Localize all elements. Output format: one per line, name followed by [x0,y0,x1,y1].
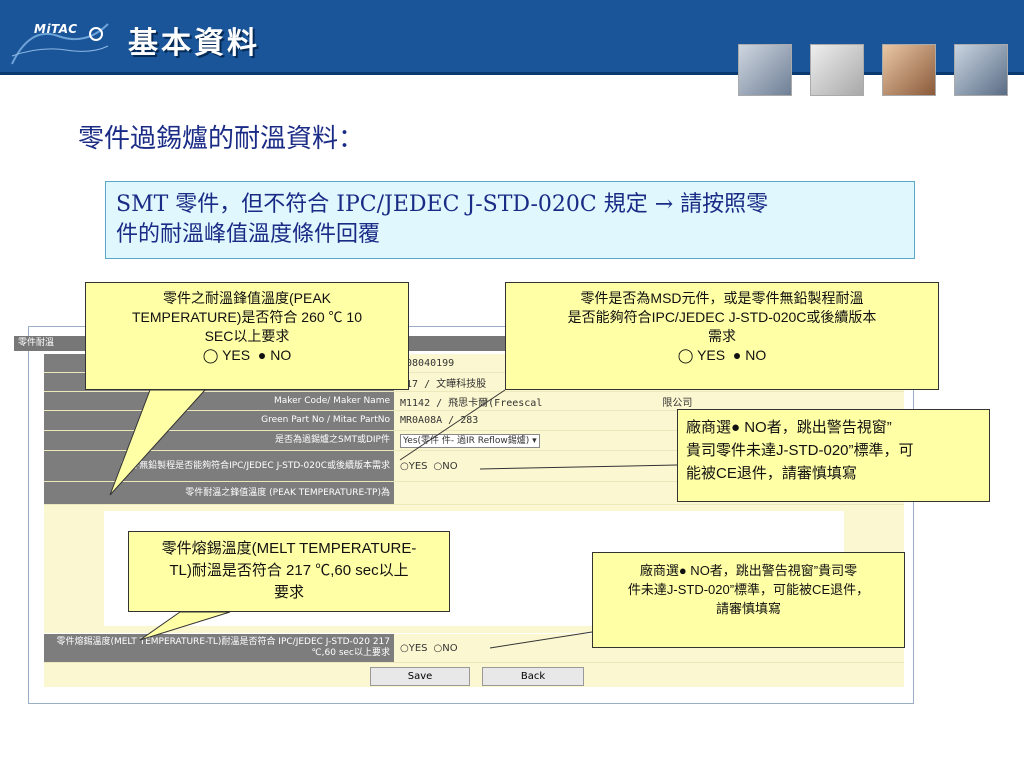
callout-line: 貴司零件未達J-STD-020”標準，可 [686,442,914,459]
info-box: SMT 零件，但不符合 IPC/JEDEC J-STD-020C 規定 → 請按… [105,181,915,259]
header-bar: MiTAC 基本資料 [0,0,1024,75]
callout-line: 零件之耐溫鋒值溫度(PEAK [162,290,331,306]
callout-line: 需求 [708,328,736,344]
callout-line: 零件是否為MSD元件，或是零件無鉛製程耐溫 [580,290,864,306]
photo-equipment-icon [954,44,1008,96]
logo-text: MiTAC [34,22,78,36]
callout-line: 是否能夠符合IPC/JEDEC J-STD-020C或後續版本 [567,309,877,325]
radio-label: NO [442,642,458,654]
reflow-dropdown[interactable]: Yes(零件 件- 過IR Reflow錫爐) ▾ [400,433,540,448]
melt-yes-radio[interactable]: ○YES [400,643,428,654]
callout-line: 零件熔錫溫度(MELT TEMPERATURE- [161,540,417,557]
row-label: 零件耐溫之鋒值溫度 (PEAK TEMPERATURE-TP)為 [44,482,394,504]
section-title: 零件過錫爐的耐溫資料： [78,124,365,154]
dropdown-value: Yes(零件 件- 過IR Reflow錫爐) [403,435,530,446]
callout-melt-temperature: 零件熔錫溫度(MELT TEMPERATURE- TL)耐溫是否符合 217 ℃… [128,531,450,612]
yes-radio-label: ◯ YES [677,347,726,363]
row-label: 是否為過錫爐之SMT或DIP件 [44,431,394,450]
msd-no-radio[interactable]: ○NO [434,461,458,472]
back-button[interactable]: Back [482,667,584,686]
radio-label: NO [442,460,458,472]
melt-no-radio[interactable]: ○NO [434,643,458,654]
callout-line: 廠商選● NO者，跳出警告視窗” [686,419,892,436]
row-label: Maker Code/ Maker Name [44,392,394,410]
button-row [44,663,904,687]
photo-person-icon [882,44,936,96]
no-radio-label: ● NO [732,347,767,363]
callout-warning-melt: 廠商選● NO者，跳出警告視窗”貴司零 件未達J-STD-020”標準，可能被C… [592,552,905,648]
radio-label: YES [408,642,428,654]
chevron-down-icon: ▾ [532,435,537,446]
callout-line: 能被CE退件，請審慎填寫 [686,465,857,482]
save-button[interactable]: Save [370,667,470,686]
callout-warning-msd: 廠商選● NO者，跳出警告視窗” 貴司零件未達J-STD-020”標準，可 能被… [677,409,990,502]
row-label: 零件熔錫溫度(MELT TEMPERATURE-TL)耐溫是否符合 IPC/JE… [44,634,394,662]
info-line-2: 件的耐溫峰值溫度條件回覆 [116,222,381,247]
maker-name: M1142 / 飛思卡爾(Freescal [400,397,543,409]
callout-line: 件未達J-STD-020”標準，可能被CE退件， [627,582,870,597]
logo-swoosh-icon [11,23,109,65]
row-value: M1142 / 飛思卡爾(Freescal 限公司 [396,392,904,410]
callout-line: TL)耐溫是否符合 217 ℃,60 sec以上 [169,562,409,579]
yes-radio-label: ◯ YES [202,347,251,363]
photo-device-icon [810,44,864,96]
page-title: 基本資料 [128,26,260,61]
no-radio-label: ● NO [257,347,292,363]
callout-line: 要求 [273,584,304,601]
callout-line: 廠商選● NO者，跳出警告視窗”貴司零 [639,563,858,578]
radio-label: YES [408,460,428,472]
row-label: 零件無鉛製程是否能夠符合IPC/JEDEC J-STD-020C或後續版本需求 [44,451,394,481]
callout-line: 請審慎填寫 [715,601,781,616]
callout-peak-temperature: 零件之耐溫鋒值溫度(PEAK TEMPERATURE)是否符合 260 ℃ 10… [85,282,409,390]
callout-msd: 零件是否為MSD元件，或是零件無鉛製程耐溫 是否能夠符合IPC/JEDEC J-… [505,282,939,390]
callout-line: TEMPERATURE)是否符合 260 ℃ 10 [131,309,362,325]
callout-line: SEC以上要求 [204,328,290,344]
row-label: Green Part No / Mitac PartNo [44,411,394,430]
maker-suffix: 限公司 [662,397,693,409]
msd-yes-radio[interactable]: ○YES [400,461,428,472]
info-line-1: SMT 零件，但不符合 IPC/JEDEC J-STD-020C 規定 → 請按… [116,192,769,217]
photo-laptop-icon [738,44,792,96]
